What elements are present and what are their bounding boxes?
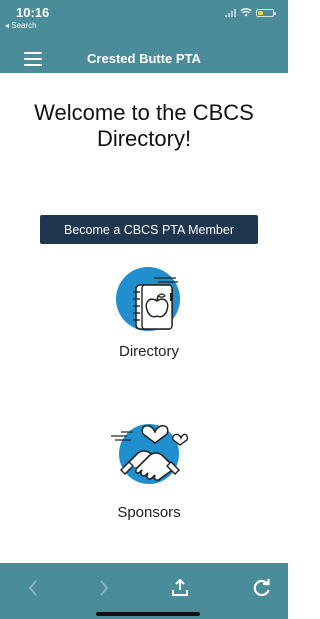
sponsors-label: Sponsors bbox=[117, 504, 181, 521]
app-title: Crested Butte PTA bbox=[87, 51, 201, 66]
back-to-search-link[interactable]: ◂ Search bbox=[5, 21, 37, 30]
top-bar: 10:16 ◂ Search Crested Butte PTA bbox=[0, 0, 288, 73]
status-time: 10:16 bbox=[16, 5, 50, 20]
wifi-icon bbox=[240, 8, 252, 17]
welcome-heading: Welcome to the CBCS Directory! bbox=[34, 100, 254, 151]
home-indicator bbox=[96, 612, 200, 616]
battery-icon bbox=[256, 8, 276, 17]
reload-icon[interactable] bbox=[248, 575, 276, 601]
share-icon[interactable] bbox=[166, 575, 194, 601]
notebook-apple-icon bbox=[116, 267, 180, 331]
directory-label: Directory bbox=[118, 343, 179, 360]
forward-arrow-icon[interactable] bbox=[90, 575, 118, 601]
back-arrow-icon[interactable] bbox=[19, 575, 47, 601]
handshake-heart-icon bbox=[111, 424, 189, 484]
browser-toolbar bbox=[0, 563, 288, 619]
sponsors-tile[interactable]: Sponsors bbox=[84, 410, 214, 521]
become-member-button[interactable]: Become a CBCS PTA Member bbox=[40, 215, 258, 244]
signal-icon bbox=[225, 8, 236, 17]
status-icons bbox=[225, 8, 276, 17]
directory-tile[interactable]: Directory bbox=[84, 265, 214, 360]
